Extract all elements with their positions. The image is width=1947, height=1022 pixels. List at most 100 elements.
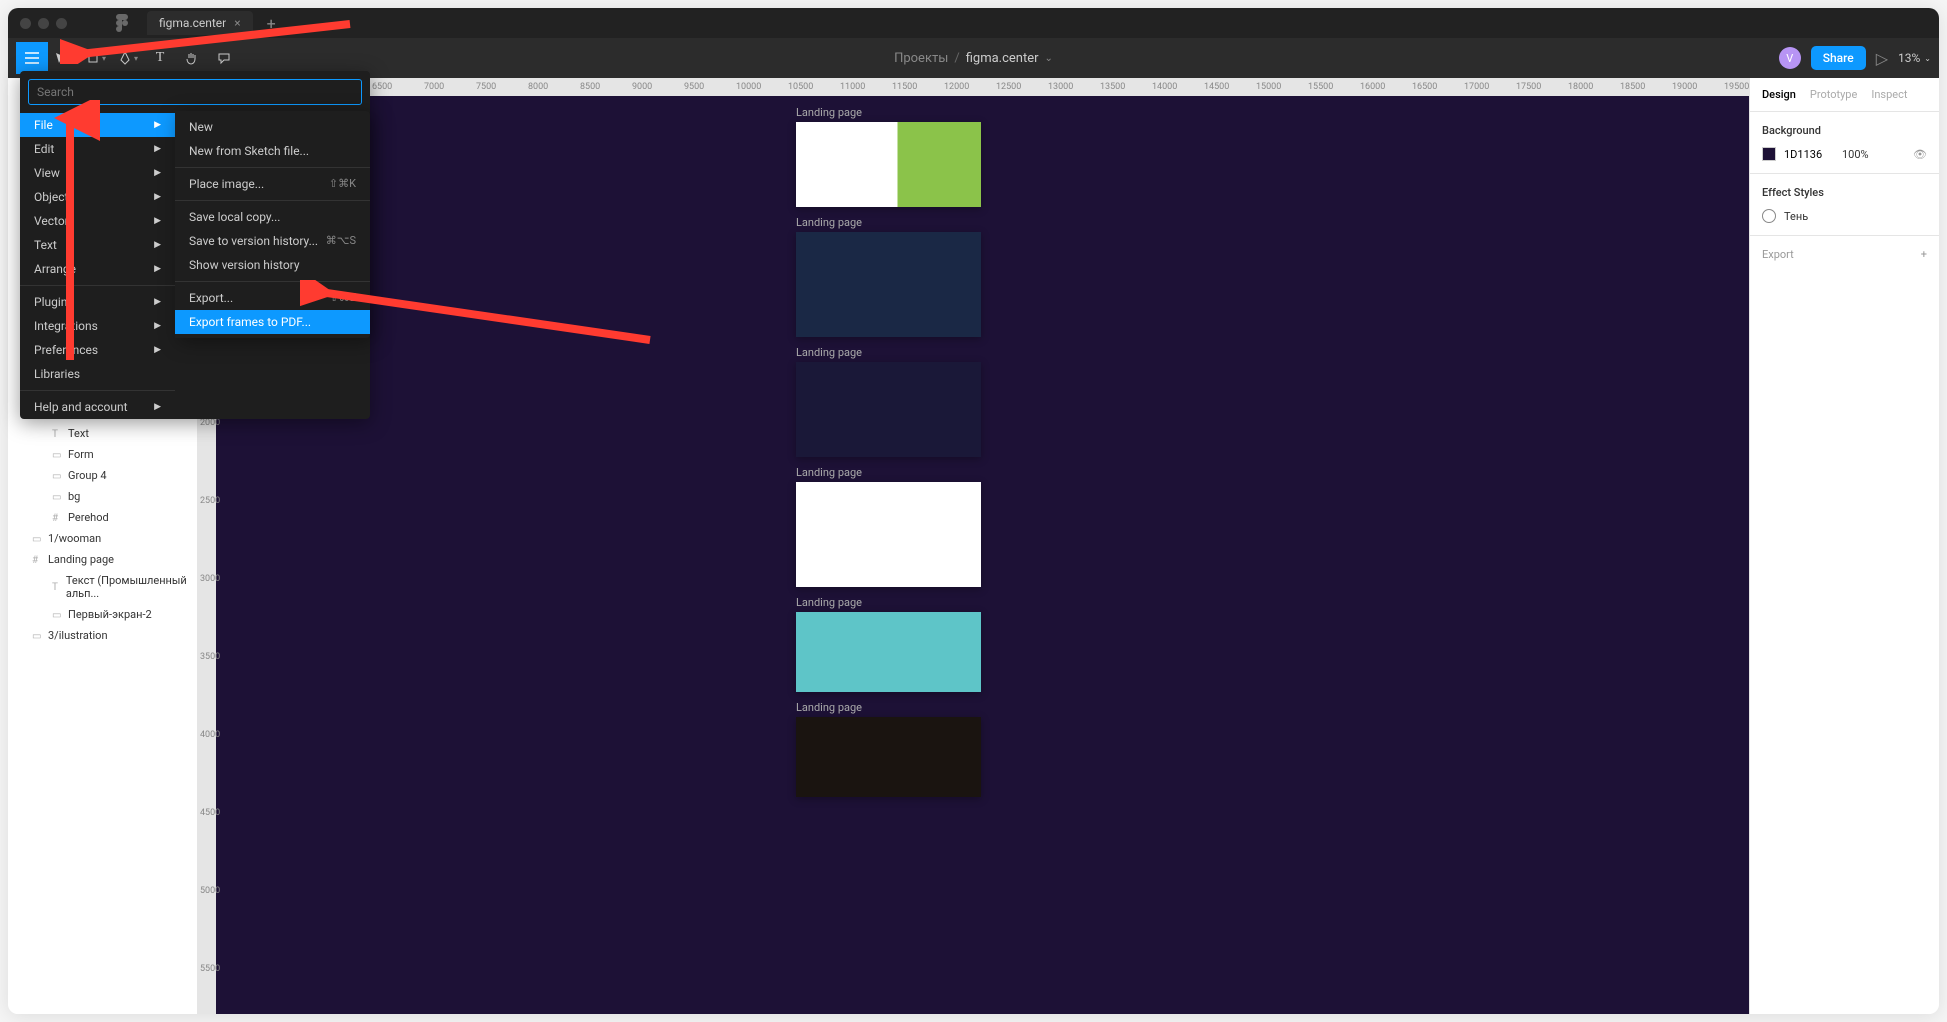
layer-item[interactable]: ▭ 3/ilustration	[8, 625, 197, 646]
canvas-frame[interactable]: Landing page	[796, 346, 981, 457]
chevron-right-icon: ▶	[154, 144, 161, 154]
chevron-right-icon: ▶	[154, 264, 161, 274]
layer-item[interactable]: ▭ Form	[8, 444, 197, 465]
frame-label: Landing page	[796, 216, 981, 229]
layer-item[interactable]: ▭Group 4	[8, 465, 197, 486]
frame-thumbnail	[796, 717, 981, 797]
submenu-item-save-local-copy-[interactable]: Save local copy...	[175, 205, 370, 229]
background-swatch[interactable]	[1762, 147, 1776, 161]
frame-icon: #	[32, 555, 42, 565]
breadcrumb[interactable]: Проекты / figma.center ⌄	[894, 51, 1053, 66]
submenu-item-export-frames-to-pdf-[interactable]: Export frames to PDF...	[175, 310, 370, 334]
canvas-frame[interactable]: Landing page	[796, 216, 981, 337]
frame-thumbnail	[796, 122, 981, 207]
menu-item-preferences[interactable]: Preferences▶	[20, 338, 175, 362]
frame-label: Landing page	[796, 596, 981, 609]
file-tab[interactable]: figma.center ×	[147, 11, 253, 35]
canvas-area[interactable]: 5000550060006500700075008000850090009500…	[198, 78, 1749, 1014]
zoom-control[interactable]: 13% ⌄	[1898, 51, 1931, 65]
effect-name[interactable]: Тень	[1784, 210, 1808, 223]
layer-item[interactable]: T Text	[8, 423, 197, 444]
properties-panel: Design Prototype Inspect Background 100%…	[1749, 78, 1939, 1014]
menu-item-edit[interactable]: Edit▶	[20, 137, 175, 161]
chevron-right-icon: ▶	[154, 297, 161, 307]
hand-tool[interactable]	[176, 42, 208, 74]
main-menu-button[interactable]	[16, 42, 48, 74]
tab-design[interactable]: Design	[1762, 78, 1796, 111]
menu-item-text[interactable]: Text▶	[20, 233, 175, 257]
layer-label: 3/ilustration	[48, 629, 108, 642]
share-button[interactable]: Share	[1811, 46, 1866, 70]
tab-inspect[interactable]: Inspect	[1871, 78, 1907, 111]
breadcrumb-file: figma.center	[966, 51, 1039, 66]
layer-label: Landing page	[48, 553, 114, 566]
frame-label: Landing page	[796, 106, 981, 119]
layer-label: Text	[68, 427, 89, 440]
shortcut-label: ⇧⌘K	[329, 177, 356, 191]
shortcut-label: ⇧⌘E	[330, 291, 356, 305]
tab-prototype[interactable]: Prototype	[1810, 78, 1857, 111]
frame-label: Landing page	[796, 466, 981, 479]
background-hex-input[interactable]	[1784, 148, 1834, 161]
figma-logo-icon	[115, 14, 129, 32]
effects-label: Effect Styles	[1762, 186, 1927, 199]
canvas-frame[interactable]: Landing page	[796, 466, 981, 587]
add-tab-icon[interactable]: +	[267, 14, 276, 33]
effect-icon[interactable]	[1762, 209, 1776, 223]
menu-item-integrations[interactable]: Integrations▶	[20, 314, 175, 338]
layer-item[interactable]: #Perehod	[8, 507, 197, 528]
layer-item[interactable]: ▭bg	[8, 486, 197, 507]
tab-label: figma.center	[159, 16, 226, 30]
submenu-item-place-image-[interactable]: Place image...⇧⌘K	[175, 172, 370, 196]
submenu-item-export-[interactable]: Export...⇧⌘E	[175, 286, 370, 310]
breadcrumb-root: Проекты	[894, 51, 948, 66]
close-icon[interactable]: ×	[234, 16, 240, 30]
chevron-right-icon: ▶	[154, 240, 161, 250]
canvas-frame[interactable]: Landing page	[796, 596, 981, 692]
menu-item-plugins[interactable]: Plugins▶	[20, 290, 175, 314]
submenu-item-new[interactable]: New	[175, 115, 370, 139]
comment-tool[interactable]	[208, 42, 240, 74]
chevron-right-icon: ▶	[154, 168, 161, 178]
menu-item-arrange[interactable]: Arrange▶	[20, 257, 175, 281]
layer-label: Form	[68, 448, 94, 461]
submenu-item-new-from-sketch-file-[interactable]: New from Sketch file...	[175, 139, 370, 163]
menu-search-input[interactable]	[28, 79, 362, 105]
layer-item[interactable]: ▭1/wooman	[8, 528, 197, 549]
submenu-item-show-version-history[interactable]: Show version history	[175, 253, 370, 277]
frame-tool[interactable]: ▾	[80, 42, 112, 74]
canvas-frame[interactable]: Landing page	[796, 106, 981, 207]
window-controls[interactable]	[20, 18, 67, 29]
menu-item-help-and-account[interactable]: Help and account▶	[20, 395, 175, 419]
rect-icon: ▭	[52, 450, 62, 460]
menu-item-vector[interactable]: Vector▶	[20, 209, 175, 233]
layer-label: Perehod	[68, 511, 109, 524]
submenu-item-save-to-version-history-[interactable]: Save to version history...⌘⌥S	[175, 229, 370, 253]
layer-item[interactable]: # Landing page	[8, 549, 197, 570]
pen-tool[interactable]: ▾	[112, 42, 144, 74]
ruler-horizontal: 5000550060006500700075008000850090009500…	[216, 78, 1749, 96]
eye-icon[interactable]: 👁	[1913, 148, 1927, 161]
add-export-icon[interactable]: +	[1921, 248, 1927, 261]
background-label: Background	[1762, 124, 1927, 137]
layer-label: Первый-экран-2	[68, 608, 152, 621]
present-icon[interactable]: ▷	[1876, 49, 1888, 68]
chevron-right-icon: ▶	[154, 120, 161, 130]
menu-item-libraries[interactable]: Libraries	[20, 362, 175, 386]
layer-item[interactable]: ▭Первый-экран-2	[8, 604, 197, 625]
menu-item-object[interactable]: Object▶	[20, 185, 175, 209]
background-opacity[interactable]: 100%	[1842, 148, 1869, 161]
chevron-right-icon: ▶	[154, 216, 161, 226]
menu-item-view[interactable]: View▶	[20, 161, 175, 185]
avatar[interactable]: V	[1779, 47, 1801, 69]
shortcut-label: ⌘⌥S	[326, 234, 356, 248]
canvas-frame[interactable]: Landing page	[796, 701, 981, 797]
frame-thumbnail	[796, 232, 981, 337]
menu-item-file[interactable]: File▶	[20, 113, 175, 137]
zoom-value: 13%	[1898, 51, 1920, 65]
text-icon: T	[52, 429, 62, 439]
move-tool[interactable]: ▾	[48, 42, 80, 74]
layer-item[interactable]: TТекст (Промышленный альп...	[8, 570, 197, 604]
rect-icon: ▭	[32, 631, 42, 641]
text-tool[interactable]: T	[144, 42, 176, 74]
